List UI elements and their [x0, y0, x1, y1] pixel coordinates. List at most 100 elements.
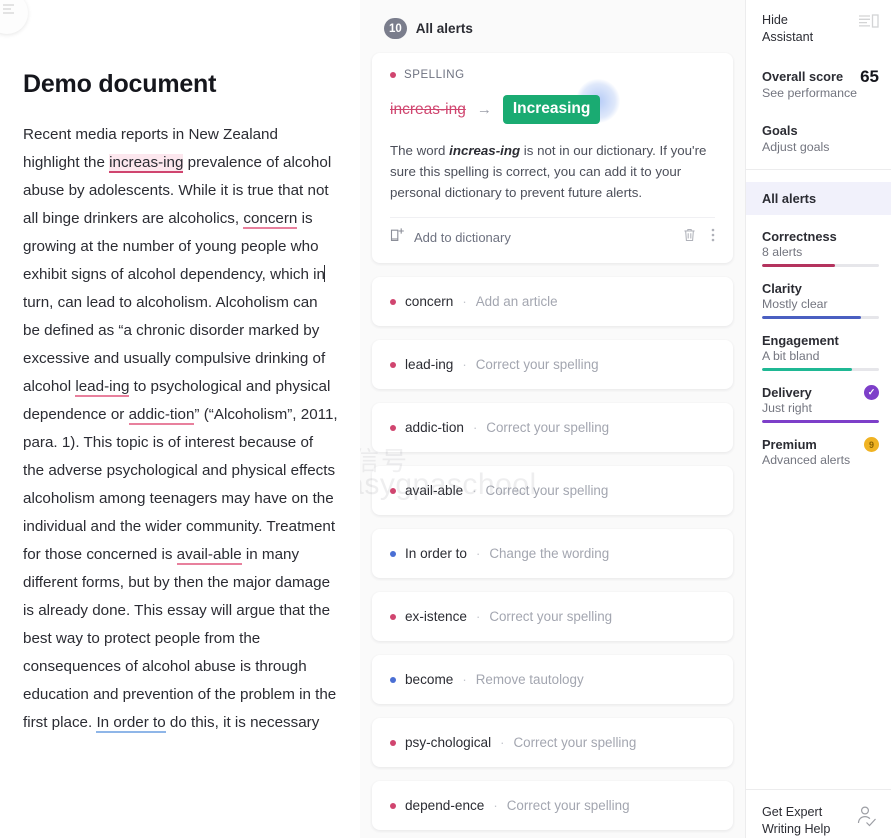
goal-status: 8 alerts	[762, 245, 803, 259]
sidebar-goal-clarity[interactable]: Clarity Mostly clear	[746, 267, 891, 319]
sidebar-item-all-alerts[interactable]: All alerts	[746, 182, 891, 215]
alert-separator: ·	[472, 483, 477, 498]
alert-term: In order to	[405, 546, 467, 561]
document-text-run: in many different forms, but by then the…	[23, 546, 337, 731]
alert-severity-dot-icon	[390, 298, 396, 305]
alert-action: Correct your spelling	[485, 483, 609, 498]
floating-action-button[interactable]	[0, 0, 28, 34]
overall-score-section[interactable]: Overall score 65 See performance	[746, 46, 891, 102]
alert-list-item[interactable]: psy-chological · Correct your spelling	[372, 718, 733, 767]
alert-list-item[interactable]: ex-istence · Correct your spelling	[372, 592, 733, 641]
sidebar-goal-correctness[interactable]: Correctness 8 alerts	[746, 215, 891, 267]
sidebar-goal-engagement[interactable]: Engagement A bit bland	[746, 319, 891, 371]
expert-help-label-1: Get Expert	[762, 805, 823, 819]
overall-score-value: 65	[860, 67, 879, 86]
goal-status: Mostly clear	[762, 297, 828, 311]
goal-header: Clarity	[762, 281, 879, 296]
page-title: Demo document	[23, 70, 217, 98]
document-text-run: do this, it is necessary	[165, 714, 320, 731]
alert-action: Add an article	[475, 294, 558, 309]
goal-status: A bit bland	[762, 349, 820, 363]
alert-card-footer: Add to dictionary	[390, 217, 715, 255]
alert-term: become	[405, 672, 454, 687]
sidebar-goal-premium[interactable]: Premium 9 Advanced alerts	[746, 423, 891, 467]
alert-separator: ·	[493, 798, 498, 813]
alert-action: Correct your spelling	[506, 798, 630, 813]
alert-term: ex-istence	[405, 609, 467, 624]
get-expert-writing-help-button[interactable]: Get Expert Writing Help	[746, 789, 891, 838]
expert-help-label-2: Writing Help	[762, 822, 831, 836]
goal-name: Correctness	[762, 229, 837, 244]
alert-list-item[interactable]: concern · Add an article	[372, 277, 733, 326]
alert-separator: ·	[462, 357, 467, 372]
hide-assistant-section[interactable]: Hide Assistant	[746, 8, 891, 46]
alert-list-item[interactable]: avail-able · Correct your spelling	[372, 466, 733, 515]
document-alert-underline-red[interactable]: addic-tion	[128, 406, 195, 425]
alert-list: concern · Add an article lead-ing · Correct y…	[372, 277, 733, 830]
document-alert-spelling-highlight[interactable]: increas-ing	[109, 154, 184, 173]
goal-badge: ✓	[864, 385, 879, 400]
alert-separator: ·	[475, 546, 481, 561]
goal-header: Delivery ✓	[762, 385, 879, 400]
document-alert-underline-red[interactable]: lead-ing	[75, 378, 130, 397]
alert-term: depend-ence	[405, 798, 485, 813]
alert-list-item[interactable]: lead-ing · Correct your spelling	[372, 340, 733, 389]
alert-separator: ·	[472, 420, 478, 435]
alert-severity-dot-icon	[390, 613, 396, 620]
alert-severity-dot-icon	[390, 550, 396, 557]
alert-card-expanded[interactable]: SPELLING increas-ing → Increasing The wo…	[372, 53, 733, 263]
alert-category-label: SPELLING	[404, 69, 465, 81]
goal-name: Engagement	[762, 333, 839, 348]
alert-action: Correct your spelling	[475, 357, 599, 372]
add-to-dictionary-label: Add to dictionary	[414, 230, 511, 245]
goal-status: Just right	[762, 401, 812, 415]
alert-list-item[interactable]: In order to · Change the wording	[372, 529, 733, 578]
document-alert-underline-red[interactable]: concern	[243, 210, 298, 229]
document-alert-underline-red[interactable]: avail-able	[176, 546, 242, 565]
alert-list-item[interactable]: depend-ence · Correct your spelling	[372, 781, 733, 830]
goal-header: Premium 9	[762, 437, 879, 452]
goal-header: Correctness	[762, 229, 879, 244]
hide-assistant-label-1: Hide	[762, 13, 788, 27]
alert-term: addic-tion	[405, 420, 464, 435]
alert-card-actions	[682, 227, 715, 248]
alerts-pane: 10 All alerts SPELLING increas-ing → Inc…	[360, 0, 745, 838]
explanation-pre: The word	[390, 143, 450, 158]
document-bottom-fade	[0, 812, 360, 838]
alert-list-item[interactable]: addic-tion · Correct your spelling	[372, 403, 733, 452]
adjust-goals-link[interactable]: Adjust goals	[762, 139, 879, 156]
alert-separator: ·	[475, 609, 481, 624]
panel-toggle-icon[interactable]	[858, 12, 879, 34]
alert-list-item[interactable]: become · Remove tautology	[372, 655, 733, 704]
goals-section-header[interactable]: Goals Adjust goals	[746, 102, 891, 156]
sidebar-divider	[746, 169, 891, 170]
alert-action: Correct your spelling	[513, 735, 637, 750]
alert-separator: ·	[500, 735, 505, 750]
sidebar-goal-delivery[interactable]: Delivery ✓ Just right	[746, 371, 891, 423]
goals-label: Goals	[762, 123, 798, 138]
apply-suggestion-button[interactable]: Increasing	[502, 95, 601, 124]
trash-icon[interactable]	[682, 227, 697, 248]
alert-action: Correct your spelling	[489, 609, 613, 624]
alert-term: lead-ing	[405, 357, 454, 372]
alert-severity-dot-icon	[390, 487, 396, 494]
alerts-header-label: All alerts	[415, 21, 473, 36]
goal-status: Advanced alerts	[762, 453, 851, 467]
alert-severity-dot-icon	[390, 676, 396, 683]
alert-severity-dot-icon	[390, 802, 396, 809]
document-text[interactable]: Recent media reports in New Zealand high…	[23, 121, 338, 737]
alert-category-row: SPELLING	[390, 69, 715, 81]
goal-badge: 9	[864, 437, 879, 452]
menu-icon	[3, 4, 14, 16]
hide-assistant-row: Hide Assistant	[762, 12, 879, 46]
add-to-dictionary-button[interactable]: Add to dictionary	[390, 227, 511, 248]
overall-score-label: Overall score	[762, 69, 844, 84]
alert-severity-dot-icon	[390, 424, 396, 431]
goal-header: Engagement	[762, 333, 879, 348]
more-options-icon[interactable]	[711, 227, 715, 248]
see-performance-link[interactable]: See performance	[762, 85, 879, 102]
goal-list: Correctness 8 alerts Clarity Mostly clear En…	[746, 215, 891, 467]
grammar-assistant-app: Demo document Recent media reports in Ne…	[0, 0, 891, 838]
document-alert-underline-blue[interactable]: In order to	[96, 714, 166, 733]
document-paragraph: Recent media reports in New Zealand high…	[23, 121, 338, 737]
